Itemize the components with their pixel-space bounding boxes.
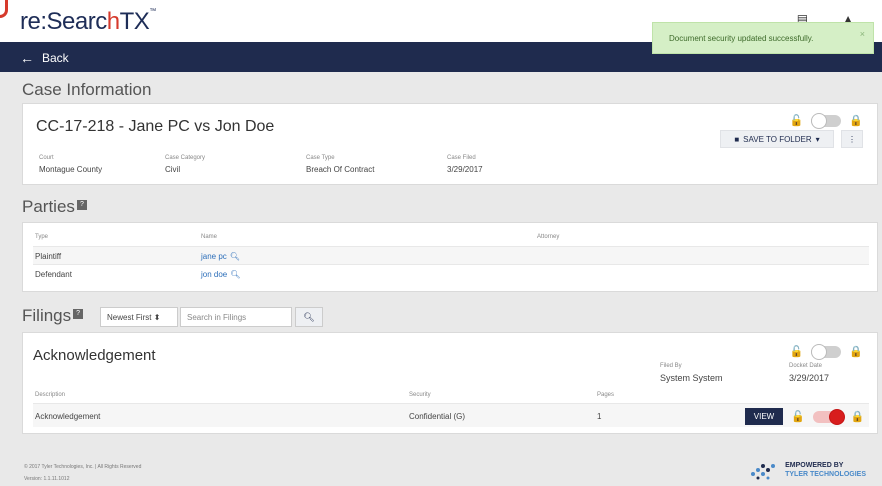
table-row: Plaintiff jane pc 🔍︎	[33, 246, 869, 264]
document-security-toggle[interactable]	[812, 408, 845, 425]
case-filed-label: Case Filed	[447, 155, 476, 161]
filing-col-security: Security	[409, 392, 431, 398]
lock-icon: 🔒	[850, 411, 865, 423]
case-info-card: CC-17-218 - Jane PC vs Jon Doe 🔓 🔒 ■ SAV…	[22, 103, 878, 185]
copyright-text: © 2017 Tyler Technologies, Inc. | All Ri…	[24, 464, 142, 470]
party-name: jon doe 🔍︎	[201, 270, 240, 279]
version-text: Version: 1.1.11.1012	[24, 476, 70, 482]
unlock-icon: 🔓	[789, 346, 804, 358]
docket-date-value: 3/29/2017	[789, 373, 830, 383]
sort-caret-icon: ⬍	[153, 313, 161, 322]
search-icon: 🔍︎	[303, 312, 315, 322]
tyler-logo-icon	[751, 464, 776, 480]
toggle-knob	[811, 112, 828, 129]
filed-by-value: System System	[660, 373, 723, 383]
filing-pages: 1	[597, 412, 602, 421]
folder-icon: ■	[734, 134, 740, 144]
filed-by-label: Filed By	[660, 363, 682, 369]
case-type-label: Case Type	[306, 155, 335, 161]
filing-security: Confidential (G)	[409, 412, 466, 421]
case-category-label: Case Category	[165, 155, 206, 161]
filing-card: Acknowledgement 🔓 🔒 Filed By System Syst…	[22, 332, 878, 434]
success-toast: Document security updated successfully. …	[652, 22, 874, 54]
view-button[interactable]: VIEW	[745, 408, 783, 425]
filing-header-toggle-row: 🔓 🔒	[789, 343, 863, 360]
filings-search-button[interactable]: 🔍︎	[295, 307, 323, 327]
parties-col-type: Type	[35, 234, 49, 240]
filing-security-toggle[interactable]	[811, 343, 842, 360]
case-title: CC-17-218 - Jane PC vs Jon Doe	[36, 118, 275, 135]
party-type: Defendant	[35, 270, 72, 279]
party-type: Plaintiff	[35, 252, 62, 261]
document-security-toggle-row: 🔓 🔒	[791, 408, 865, 425]
arrow-left-icon: ←	[20, 50, 34, 66]
unlock-icon: 🔓	[791, 411, 805, 423]
close-icon[interactable]: ×	[860, 29, 865, 39]
unlock-icon: 🔓	[789, 115, 804, 127]
toggle-knob	[811, 343, 828, 360]
more-options-button[interactable]: ⋮	[841, 130, 863, 148]
party-name-link[interactable]: jane pc	[201, 252, 227, 261]
help-icon[interactable]: ?	[76, 200, 87, 210]
lock-icon: 🔒	[849, 115, 863, 127]
tyler-brand-text: EMPOWERED BY TYLER TECHNOLOGIES	[785, 462, 866, 478]
tyler-brand[interactable]: EMPOWERED BY TYLER TECHNOLOGIES	[749, 460, 866, 480]
save-to-folder-button[interactable]: ■ SAVE TO FOLDER ▾	[720, 130, 834, 148]
toggle-knob	[828, 408, 845, 425]
case-filed-value: 3/29/2017	[447, 165, 483, 174]
caret-down-icon: ▾	[815, 134, 820, 144]
party-name-link[interactable]: jon doe	[201, 270, 227, 279]
help-icon[interactable]: ?	[73, 309, 84, 319]
back-button[interactable]: ← Back	[20, 50, 69, 66]
case-info-heading: Case Information	[22, 80, 152, 99]
court-label: Court	[39, 155, 54, 161]
case-security-toggle-row: 🔓 🔒	[789, 112, 863, 129]
search-icon[interactable]: 🔍︎	[230, 270, 240, 279]
toast-message: Document security updated successfully.	[669, 34, 814, 43]
court-value: Montague County	[39, 165, 103, 174]
case-type-value: Breach Of Contract	[306, 165, 375, 174]
kebab-icon: ⋮	[848, 134, 856, 144]
app-logo[interactable]: re:SearchTX™	[20, 8, 156, 36]
filing-col-description: Description	[35, 392, 66, 398]
filing-col-pages: Pages	[597, 392, 615, 398]
sort-order-select[interactable]: Newest First ⬍	[100, 307, 178, 327]
footer-info: © 2017 Tyler Technologies, Inc. | All Ri…	[24, 461, 141, 485]
case-category-value: Civil	[165, 165, 181, 174]
filings-heading: Filings?	[22, 306, 84, 326]
table-row: Acknowledgement Confidential (G) 1 VIEW …	[33, 403, 869, 427]
case-security-toggle[interactable]	[811, 112, 842, 129]
filings-search-input[interactable]: Search in Filings	[180, 307, 292, 327]
brand-mark-fragment	[0, 0, 8, 18]
filing-title: Acknowledgement	[33, 347, 156, 364]
parties-card: Type Name Attorney Plaintiff jane pc 🔍︎ D…	[22, 222, 878, 292]
filing-description: Acknowledgement	[35, 412, 101, 421]
party-name: jane pc 🔍︎	[201, 252, 240, 261]
lock-icon: 🔒	[849, 346, 863, 358]
parties-col-attorney: Attorney	[537, 234, 560, 240]
table-row: Defendant jon doe 🔍︎	[33, 264, 869, 282]
search-icon[interactable]: 🔍︎	[230, 252, 240, 261]
docket-date-label: Docket Date	[789, 363, 823, 369]
parties-heading: Parties?	[22, 197, 87, 217]
parties-col-name: Name	[201, 234, 218, 240]
